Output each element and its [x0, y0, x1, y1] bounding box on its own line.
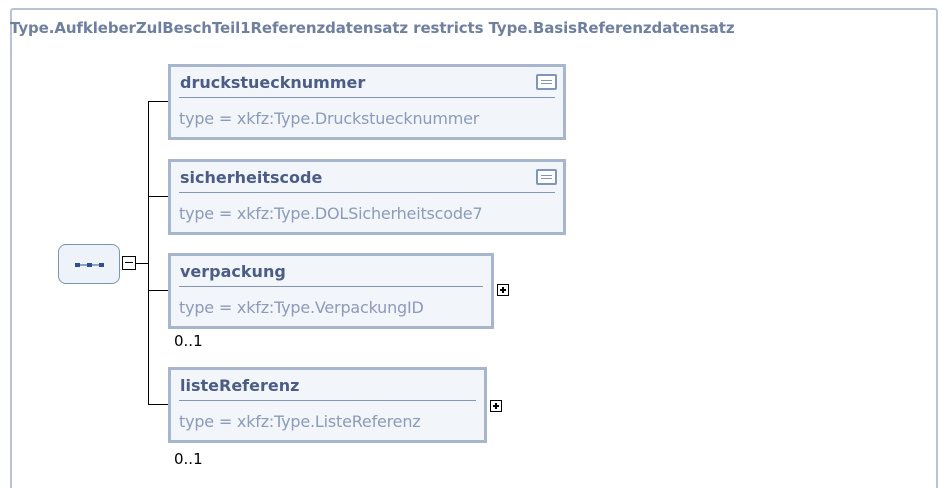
sequence-icon — [75, 263, 104, 267]
element-druckstuecknummer[interactable]: druckstuecknummer type = xkfz:Type.Druck… — [168, 64, 566, 140]
documentation-icon[interactable] — [536, 74, 557, 90]
connector-branch — [148, 290, 168, 291]
element-name: verpackung — [180, 262, 286, 281]
element-type: type = xkfz:Type.ListeReferenz — [179, 412, 421, 431]
element-separator — [179, 400, 476, 401]
documentation-icon[interactable] — [536, 169, 557, 185]
element-type: type = xkfz:Type.VerpackungID — [179, 298, 424, 317]
element-type: type = xkfz:Type.DOLSicherheitscode7 — [179, 204, 483, 223]
connector-branch — [148, 101, 168, 102]
element-sicherheitscode[interactable]: sicherheitscode type = xkfz:Type.DOLSich… — [168, 159, 566, 235]
connector-vertical — [148, 101, 149, 405]
expand-listeReferenz-icon[interactable] — [490, 400, 502, 412]
element-name: druckstuecknummer — [180, 73, 366, 92]
occurrence-label: 0..1 — [174, 332, 203, 350]
complex-type-title: Type.AufkleberZulBeschTeil1Referenzdaten… — [10, 19, 735, 37]
collapse-sequence-icon[interactable] — [122, 256, 136, 270]
expand-verpackung-icon[interactable] — [497, 284, 509, 296]
connector-branch — [148, 196, 168, 197]
connector-horizontal — [136, 263, 148, 264]
element-verpackung[interactable]: verpackung type = xkfz:Type.VerpackungID — [168, 253, 494, 329]
element-separator — [179, 286, 483, 287]
element-name: listeReferenz — [180, 376, 300, 395]
element-listeReferenz[interactable]: listeReferenz type = xkfz:Type.ListeRefe… — [168, 367, 487, 443]
connector-branch — [148, 404, 168, 405]
element-name: sicherheitscode — [180, 168, 323, 187]
element-separator — [179, 192, 555, 193]
sequence-compositor[interactable] — [58, 244, 120, 284]
element-separator — [179, 97, 555, 98]
occurrence-label: 0..1 — [174, 450, 203, 468]
element-type: type = xkfz:Type.Druckstuecknummer — [179, 109, 480, 128]
